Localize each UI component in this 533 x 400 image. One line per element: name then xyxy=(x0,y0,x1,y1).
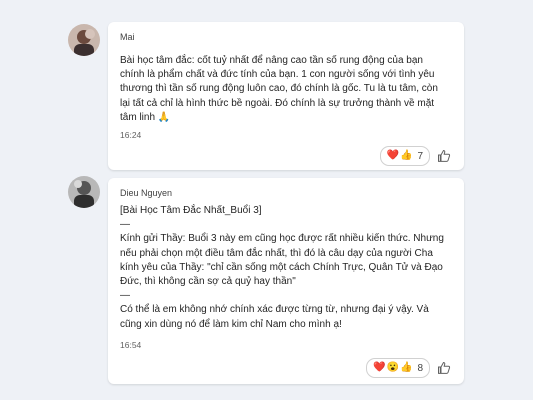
thumbs-up-emoji: 👍 xyxy=(399,362,413,373)
message-text: [Bài Học Tâm Đắc Nhất_Buổi 3] — Kính gửi… xyxy=(120,204,450,332)
sender-name: Dieu Nguyen xyxy=(120,188,173,198)
like-icon[interactable] xyxy=(436,360,452,376)
reaction-pill[interactable]: ❤️ 😮 👍 8 xyxy=(366,358,430,378)
message-paragraph: Có thể là em không nhớ chính xác được từ… xyxy=(120,304,429,330)
surprised-emoji: 😮 xyxy=(386,362,399,373)
message-paragraph: Bài học tâm đắc: cốt tuỷ nhất để nâng ca… xyxy=(120,55,438,123)
reactions-bar: ❤️ 😮 👍 8 xyxy=(366,358,452,378)
sender-name: Mai xyxy=(120,32,135,42)
timestamp: 16:24 xyxy=(120,130,142,140)
message-card: Dieu Nguyen [Bài Học Tâm Đắc Nhất_Buổi 3… xyxy=(108,178,464,384)
avatar[interactable] xyxy=(68,24,100,56)
avatar[interactable] xyxy=(68,176,100,208)
message-paragraph: [Bài Học Tâm Đắc Nhất_Buổi 3] xyxy=(120,205,262,216)
message-paragraph: Kính gửi Thầy: Buổi 3 này em cũng học đư… xyxy=(120,233,444,288)
thumbs-up-emoji: 👍 xyxy=(399,150,413,161)
message-paragraph: — xyxy=(120,290,130,302)
reaction-count: 8 xyxy=(417,362,423,374)
reaction-pill[interactable]: ❤️ 👍 7 xyxy=(379,146,430,166)
reaction-count: 7 xyxy=(417,150,423,162)
timestamp: 16:54 xyxy=(120,340,142,350)
message-paragraph: — xyxy=(120,219,130,231)
heart-emoji: ❤️ xyxy=(373,362,386,373)
message-card: Mai Bài học tâm đắc: cốt tuỷ nhất để nân… xyxy=(108,22,464,170)
reactions-bar: ❤️ 👍 7 xyxy=(379,146,452,166)
message-text: Bài học tâm đắc: cốt tuỷ nhất để nâng ca… xyxy=(120,54,450,125)
heart-emoji: ❤️ xyxy=(386,150,399,161)
like-icon[interactable] xyxy=(436,148,452,164)
